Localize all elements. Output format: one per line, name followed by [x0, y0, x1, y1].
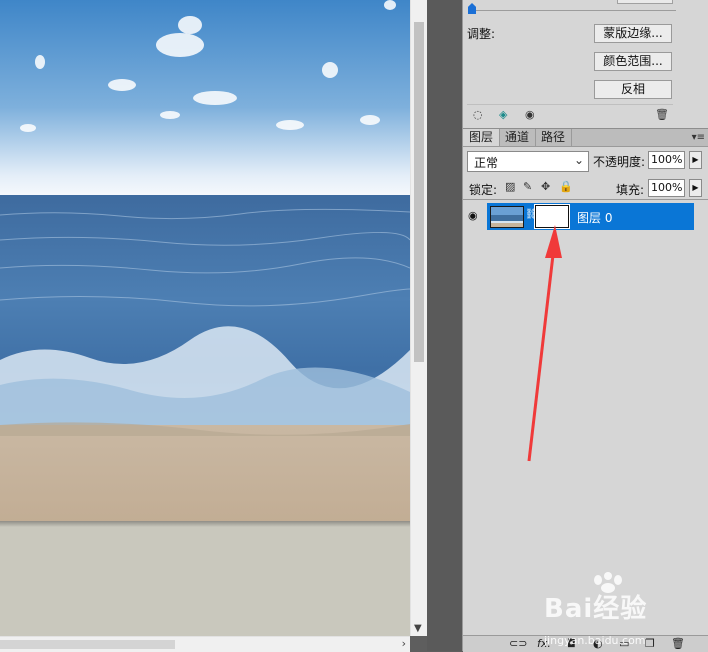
blend-mode-select[interactable]: 正常 ⌄	[467, 151, 589, 172]
horizontal-scroll-thumb[interactable]	[0, 640, 175, 649]
mask-panel: 调整: 蒙版边缘... 颜色范围... 反相 ◌ ◈ ◉ 🗑	[463, 0, 708, 126]
lock-transparent-icon[interactable]: ▨	[505, 180, 515, 193]
blend-mode-value: 正常	[474, 156, 499, 170]
lock-brush-icon[interactable]: ✎	[523, 180, 532, 193]
slider-knob[interactable]	[468, 3, 476, 14]
watermark-url: jingyan.baidu.com	[544, 634, 646, 647]
chevron-down-icon: ⌄	[573, 153, 584, 167]
color-range-button[interactable]: 颜色范围...	[594, 52, 672, 71]
layer-selected-row[interactable]: ⛓ 图层 0	[487, 203, 694, 230]
tab-channels[interactable]: 通道	[499, 129, 537, 146]
lock-move-icon[interactable]: ✥	[541, 180, 550, 193]
fill-label: 填充:	[616, 183, 645, 197]
lock-all-icon[interactable]: 🔒	[559, 180, 573, 193]
watermark-text: Bai经验	[544, 594, 648, 624]
scroll-down-icon[interactable]: ▼	[414, 623, 422, 634]
opacity-arrow-icon[interactable]: ▶	[689, 151, 702, 169]
divider	[467, 104, 673, 105]
layers-list: ◉ ⛓ 图层 0	[463, 199, 708, 636]
scroll-right-icon[interactable]: ›	[402, 637, 406, 650]
horizontal-scrollbar[interactable]: ›	[0, 636, 410, 652]
eye-icon[interactable]: ◉	[525, 108, 535, 121]
right-panel: 调整: 蒙版边缘... 颜色范围... 反相 ◌ ◈ ◉ 🗑 图层 通道 路径 …	[462, 0, 708, 652]
baidu-watermark: Bai经验 jingyan.baidu.com	[544, 572, 704, 650]
eye-icon: ◉	[468, 209, 478, 222]
vertical-scrollbar[interactable]: ▼	[410, 0, 427, 636]
fill-arrow-icon[interactable]: ▶	[689, 179, 702, 197]
beach-photo	[0, 0, 410, 523]
mask-footer-icons: ◌ ◈ ◉ 🗑	[473, 108, 673, 122]
invert-button[interactable]: 反相	[594, 80, 672, 99]
vertical-scroll-thumb[interactable]	[414, 22, 424, 362]
layer-mask-thumbnail[interactable]	[534, 204, 570, 229]
layer-visibility-toggle[interactable]: ◉	[463, 203, 488, 230]
document-canvas[interactable]	[0, 0, 410, 636]
canvas-bottom-shadow	[0, 521, 410, 527]
layers-tab-bar: 图层 通道 路径 ▾≡	[463, 128, 708, 147]
partial-button[interactable]	[617, 0, 673, 4]
workspace-gap	[427, 0, 462, 651]
opacity-label: 不透明度:	[593, 155, 646, 169]
adjust-label: 调整:	[467, 27, 496, 41]
opacity-input[interactable]: 100%	[648, 151, 685, 169]
lock-label: 锁定:	[469, 183, 498, 197]
tab-layers[interactable]: 图层	[463, 129, 501, 146]
fill-input[interactable]: 100%	[648, 179, 685, 197]
tab-paths[interactable]: 路径	[535, 129, 573, 146]
layer-row[interactable]: ◉ ⛓ 图层 0	[463, 203, 694, 230]
mask-select-icon[interactable]: ◈	[499, 108, 507, 121]
link-layers-icon[interactable]: ⊂⊃	[509, 637, 527, 650]
layer-name[interactable]: 图层 0	[577, 209, 612, 226]
feather-slider-track[interactable]	[471, 10, 676, 11]
layer-thumbnail	[490, 206, 524, 228]
trash-icon[interactable]: 🗑	[655, 108, 669, 121]
panel-menu-icon[interactable]: ▾≡	[692, 129, 705, 146]
refine-mask-edge-button[interactable]: 蒙版边缘...	[594, 24, 672, 43]
dotted-circle-icon[interactable]: ◌	[473, 108, 483, 121]
